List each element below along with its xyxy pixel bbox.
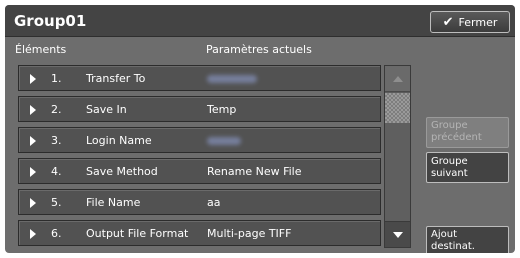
title-bar: Group01 ✔ Fermer <box>5 5 515 37</box>
check-icon: ✔ <box>442 14 454 30</box>
item-value: Rename New File <box>207 165 302 178</box>
close-button[interactable]: ✔ Fermer <box>430 11 510 33</box>
scroll-thumb[interactable] <box>385 93 410 123</box>
item-number: 4. <box>51 165 62 178</box>
item-name: Save Method <box>86 165 158 178</box>
triangle-right-icon <box>30 136 36 146</box>
close-button-label: Fermer <box>458 15 498 29</box>
add-email-recipient-button[interactable]: Ajout destinat. courriel <box>426 226 509 253</box>
list-item[interactable]: 5. File Name aa <box>18 189 381 215</box>
item-value: aa <box>207 196 221 209</box>
scroll-up-button[interactable] <box>385 66 410 92</box>
item-value: Temp <box>207 103 237 116</box>
add-email-label-line1: Ajout destinat. <box>431 229 475 252</box>
next-group-button[interactable]: Groupe suivant <box>426 152 509 183</box>
item-name: Output File Format <box>86 227 189 240</box>
list-item[interactable]: 1. Transfer To <box>18 65 381 91</box>
next-group-label: Groupe suivant <box>431 155 468 179</box>
column-header-current-settings: Paramètres actuels <box>206 43 312 56</box>
column-header-items: Éléments <box>15 43 67 56</box>
triangle-down-icon <box>392 231 403 238</box>
list-item[interactable]: 2. Save In Temp <box>18 96 381 122</box>
obscured-value <box>207 137 241 145</box>
scroll-track[interactable] <box>385 123 410 221</box>
triangle-right-icon <box>30 198 36 208</box>
previous-group-label-line2: précédent <box>431 132 482 143</box>
triangle-right-icon <box>30 74 36 84</box>
previous-group-label-line1: Groupe <box>431 120 468 131</box>
item-value: Multi-page TIFF <box>207 227 292 240</box>
dialog-panel: Group01 ✔ Fermer Éléments Paramètres act… <box>5 5 515 253</box>
item-number: 2. <box>51 103 62 116</box>
dialog-title: Group01 <box>14 12 87 30</box>
item-number: 3. <box>51 134 62 147</box>
previous-group-button[interactable]: Groupe précédent <box>426 117 509 148</box>
triangle-right-icon <box>30 167 36 177</box>
list-item[interactable]: 6. Output File Format Multi-page TIFF <box>18 220 381 246</box>
item-number: 6. <box>51 227 62 240</box>
obscured-value <box>207 75 257 83</box>
list-item[interactable]: 3. Login Name <box>18 127 381 153</box>
item-name: Save In <box>86 103 127 116</box>
triangle-right-icon <box>30 105 36 115</box>
item-number: 1. <box>51 72 62 85</box>
item-name: Transfer To <box>86 72 146 85</box>
list-item[interactable]: 4. Save Method Rename New File <box>18 158 381 184</box>
scroll-down-button[interactable] <box>385 221 410 247</box>
item-name: File Name <box>86 196 141 209</box>
triangle-up-icon <box>392 75 403 82</box>
item-number: 5. <box>51 196 62 209</box>
triangle-right-icon <box>30 229 36 239</box>
settings-list: 1. Transfer To 2. Save In Temp 3. Login … <box>18 65 381 248</box>
item-name: Login Name <box>86 134 152 147</box>
scrollbar[interactable] <box>384 65 411 248</box>
